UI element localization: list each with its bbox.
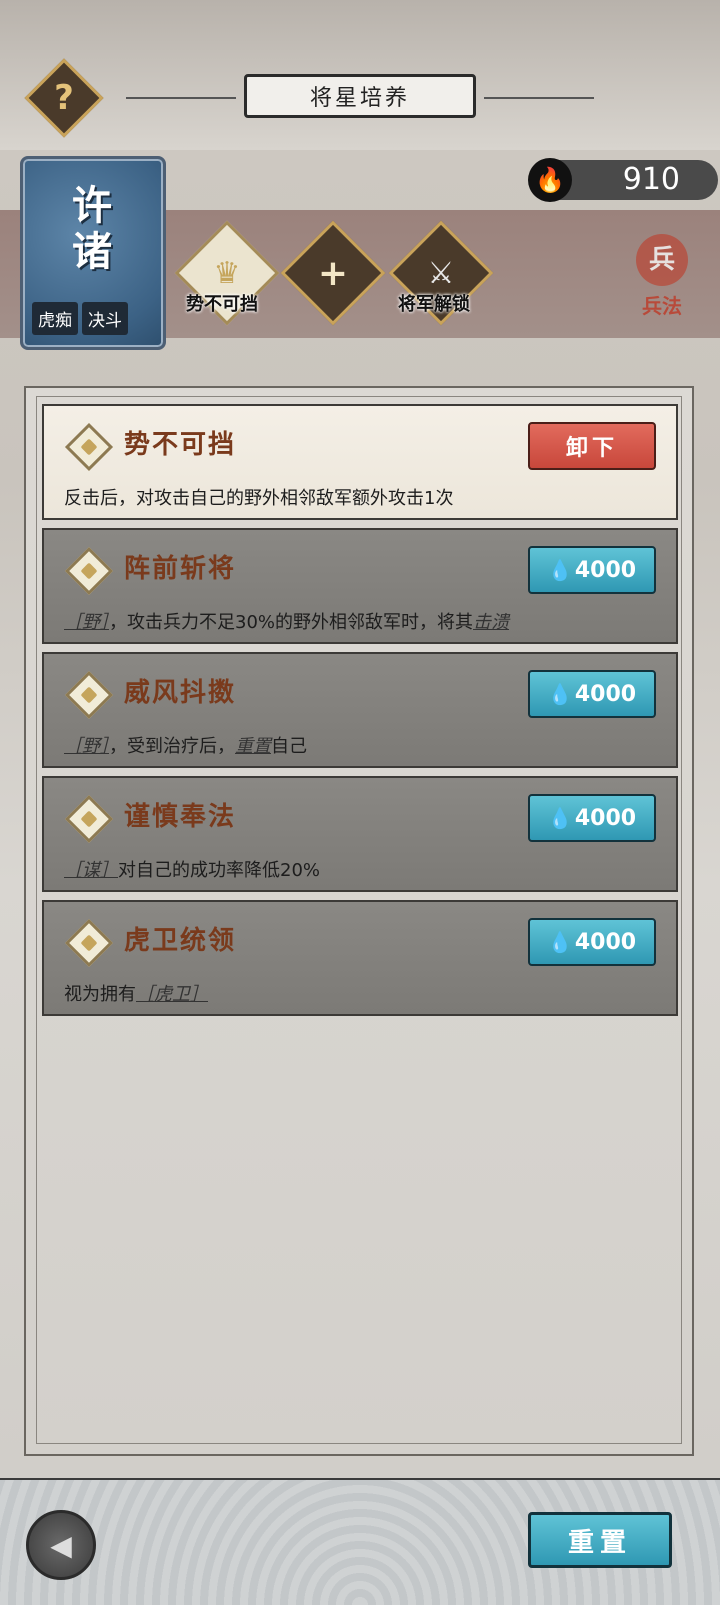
back-arrow-icon: ◀ (50, 1528, 72, 1562)
skill-description: 视为拥有［虎卫］ (64, 980, 208, 1006)
page-title-frame: 将星培养 (244, 74, 476, 118)
desc-text: ，受到治疗后， (109, 736, 235, 757)
desc-text: ，攻击兵力不足30%的野外相邻敌军时，将其 (109, 612, 474, 633)
skill-row[interactable]: 虎卫统领 💧 4000 视为拥有［虎卫］ (42, 900, 678, 1016)
desc-text: 自己 (271, 736, 307, 757)
blue-flame-icon: 💧 (547, 930, 573, 954)
title-divider-right (484, 97, 594, 99)
bingfa-label: 兵法 (642, 294, 682, 318)
skill-emblem-icon (64, 546, 114, 596)
hero-name-char-2: 诸 (72, 229, 114, 275)
blue-flame-icon: 🔥 (528, 158, 572, 202)
bingfa-book-icon: 兵 (636, 234, 688, 286)
blue-flame-icon: 💧 (547, 806, 573, 830)
crown-emblem-icon: ♛ (213, 255, 241, 291)
cost-value: 4000 (574, 681, 637, 707)
skill-description: ［谋］对自己的成功率降低20% (64, 856, 320, 882)
skill-slot-3-label: 将军解锁 (398, 294, 470, 315)
skill-emblem-icon (64, 918, 114, 968)
skill-emblem-icon (64, 422, 114, 472)
plus-icon: + (317, 252, 349, 294)
currency-value: 910 (622, 162, 680, 197)
back-button[interactable]: ◀ (26, 1510, 96, 1580)
page-title: 将星培养 (309, 86, 410, 111)
question-icon: ? (54, 78, 74, 118)
unlock-cost-button[interactable]: 💧 4000 (528, 546, 656, 594)
blue-flame-icon: 💧 (547, 558, 573, 582)
keyword-link[interactable]: ［虎卫］ (136, 984, 208, 1005)
desc-text: 对自己的成功率降低20% (118, 860, 321, 881)
skill-row[interactable]: 谨慎奉法 💧 4000 ［谋］对自己的成功率降低20% (42, 776, 678, 892)
keyword-link[interactable]: 击溃 (473, 612, 509, 633)
skill-name: 威风抖擞 (124, 678, 237, 708)
skill-description: 反击后，对攻击自己的野外相邻敌军额外攻击1次 (64, 488, 454, 509)
cost-value: 4000 (574, 929, 637, 955)
keyword-link[interactable]: 重置 (235, 736, 271, 757)
skill-row-equipped[interactable]: 势不可挡 卸下 反击后，对攻击自己的野外相邻敌军额外攻击1次 (42, 404, 678, 520)
cost-value: 4000 (574, 557, 637, 583)
bingfa-button[interactable]: 兵 兵法 (628, 234, 696, 326)
hero-tag: 决斗 (82, 302, 128, 335)
unlock-cost-button[interactable]: 💧 4000 (528, 918, 656, 966)
unequip-button[interactable]: 卸下 (528, 422, 656, 470)
hero-tags: 虎痴 决斗 (32, 302, 128, 335)
blue-flame-icon: 💧 (547, 682, 573, 706)
skill-name: 阵前斩将 (124, 554, 237, 584)
skill-name: 谨慎奉法 (124, 802, 237, 832)
skill-emblem-icon (64, 670, 114, 720)
unlock-cost-button[interactable]: 💧 4000 (528, 794, 656, 842)
skill-name: 势不可挡 (124, 430, 237, 460)
skill-description: ［野］，受到治疗后，重置自己 (64, 732, 307, 758)
skill-emblem-icon (64, 794, 114, 844)
keyword-link[interactable]: ［野］ (64, 612, 109, 633)
hero-name-char-1: 许 (72, 183, 114, 229)
hero-tag: 虎痴 (32, 302, 78, 335)
skill-row[interactable]: 威风抖擞 💧 4000 ［野］，受到治疗后，重置自己 (42, 652, 678, 768)
title-divider-left (126, 97, 236, 99)
crossed-swords-icon: ⚔ (427, 255, 455, 291)
skill-slot-1-label: 势不可挡 (186, 294, 258, 315)
cost-value: 4000 (574, 805, 637, 831)
skill-name: 虎卫统领 (124, 926, 237, 956)
reset-button[interactable]: 重置 (528, 1512, 672, 1568)
hero-portrait[interactable]: 许 诸 虎痴 决斗 (20, 156, 166, 350)
currency-display: 🔥 910 (528, 158, 718, 202)
keyword-link[interactable]: ［野］ (64, 736, 109, 757)
unlock-cost-button[interactable]: 💧 4000 (528, 670, 656, 718)
skill-description: ［野］，攻击兵力不足30%的野外相邻敌军时，将其击溃 (64, 608, 509, 634)
keyword-link[interactable]: ［谋］ (64, 860, 118, 881)
skill-row[interactable]: 阵前斩将 💧 4000 ［野］，攻击兵力不足30%的野外相邻敌军时，将其击溃 (42, 528, 678, 644)
desc-text: 视为拥有 (64, 984, 136, 1005)
hero-name: 许 诸 (23, 183, 163, 275)
